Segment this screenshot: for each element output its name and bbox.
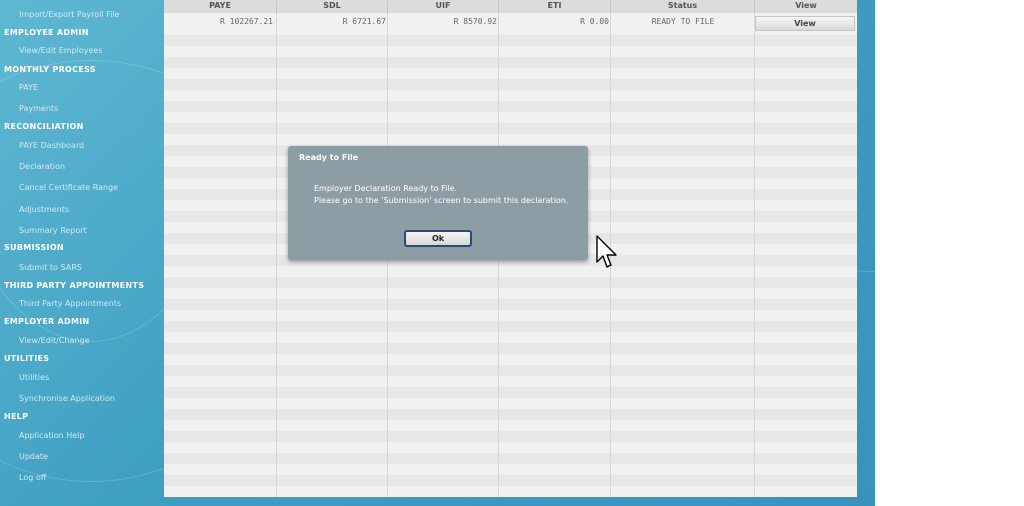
sidebar-section-header: EMPLOYER ADMIN	[4, 317, 90, 326]
dialog-message-line: Please go to the 'Submission' screen to …	[314, 196, 569, 205]
column-header-uif: UIF	[388, 0, 499, 13]
sidebar-section-header: THIRD PARTY APPOINTMENTS	[4, 281, 145, 290]
column-header-paye: PAYE	[164, 0, 277, 13]
column-divider	[276, 13, 277, 497]
cell-eti: R 0.00	[580, 17, 609, 26]
column-header-view: View	[795, 1, 817, 10]
column-divider	[754, 13, 755, 497]
sidebar-item[interactable]: Synchronise Application	[0, 393, 183, 405]
sidebar-item[interactable]: Adjustments	[0, 204, 183, 216]
cell-uif: R 8570.92	[453, 17, 497, 26]
sidebar-item[interactable]: Payments	[0, 103, 183, 115]
sidebar-item[interactable]: Cancel Certificate Range	[0, 182, 183, 194]
column-header-status: Status	[611, 0, 755, 13]
dialog-message: Employer Declaration Ready to File. Plea…	[314, 183, 576, 207]
cell-paye: R 102267.21	[220, 17, 273, 26]
column-header-sdl: SDL	[277, 0, 388, 13]
table-header: PAYE SDL UIF ETI Status View	[164, 0, 857, 13]
sidebar-section-header: RECONCILIATION	[4, 122, 84, 131]
sidebar-item[interactable]: Summary Report	[0, 225, 183, 237]
sidebar-item[interactable]: PAYE	[0, 82, 183, 94]
sidebar-section-header: UTILITIES	[4, 354, 50, 363]
sidebar-item[interactable]: View/Edit Employees	[0, 45, 183, 57]
sidebar-item[interactable]: Import/Export Payroll File	[0, 9, 183, 21]
ready-to-file-dialog: Ready to File Employer Declaration Ready…	[288, 146, 588, 260]
sidebar-item[interactable]: PAYE Dashboard	[0, 140, 183, 152]
sidebar-nav: Import/Export Payroll File EMPLOYEE ADMIN…	[0, 0, 164, 506]
sidebar-section-header: SUBMISSION	[4, 243, 64, 252]
sidebar-item[interactable]: Utilities	[0, 372, 183, 384]
sidebar-section-header: EMPLOYEE ADMIN	[4, 28, 89, 37]
view-button[interactable]: View	[755, 16, 855, 31]
sidebar-item[interactable]: Update	[0, 451, 183, 463]
cell-status: READY TO FILE	[651, 17, 715, 26]
dialog-title: Ready to File	[299, 153, 359, 162]
sidebar-item[interactable]: View/Edit/Change	[0, 335, 183, 347]
sidebar-item[interactable]: Third Party Appointments	[0, 298, 183, 310]
sidebar-item[interactable]: Application Help	[0, 430, 183, 442]
dialog-message-line: Employer Declaration Ready to File.	[314, 184, 458, 193]
mouse-pointer-icon	[596, 235, 617, 268]
sidebar-item[interactable]: Declaration	[0, 161, 183, 173]
sidebar-item[interactable]: Submit to SARS	[0, 262, 183, 274]
ok-button[interactable]: Ok	[404, 230, 472, 247]
column-header-eti: ETI	[499, 0, 611, 13]
sidebar-section-header: HELP	[4, 412, 29, 421]
sidebar-section-header: MONTHLY PROCESS	[4, 65, 96, 74]
sidebar-item[interactable]: Log off	[0, 472, 183, 484]
cell-sdl: R 6721.67	[342, 17, 386, 26]
